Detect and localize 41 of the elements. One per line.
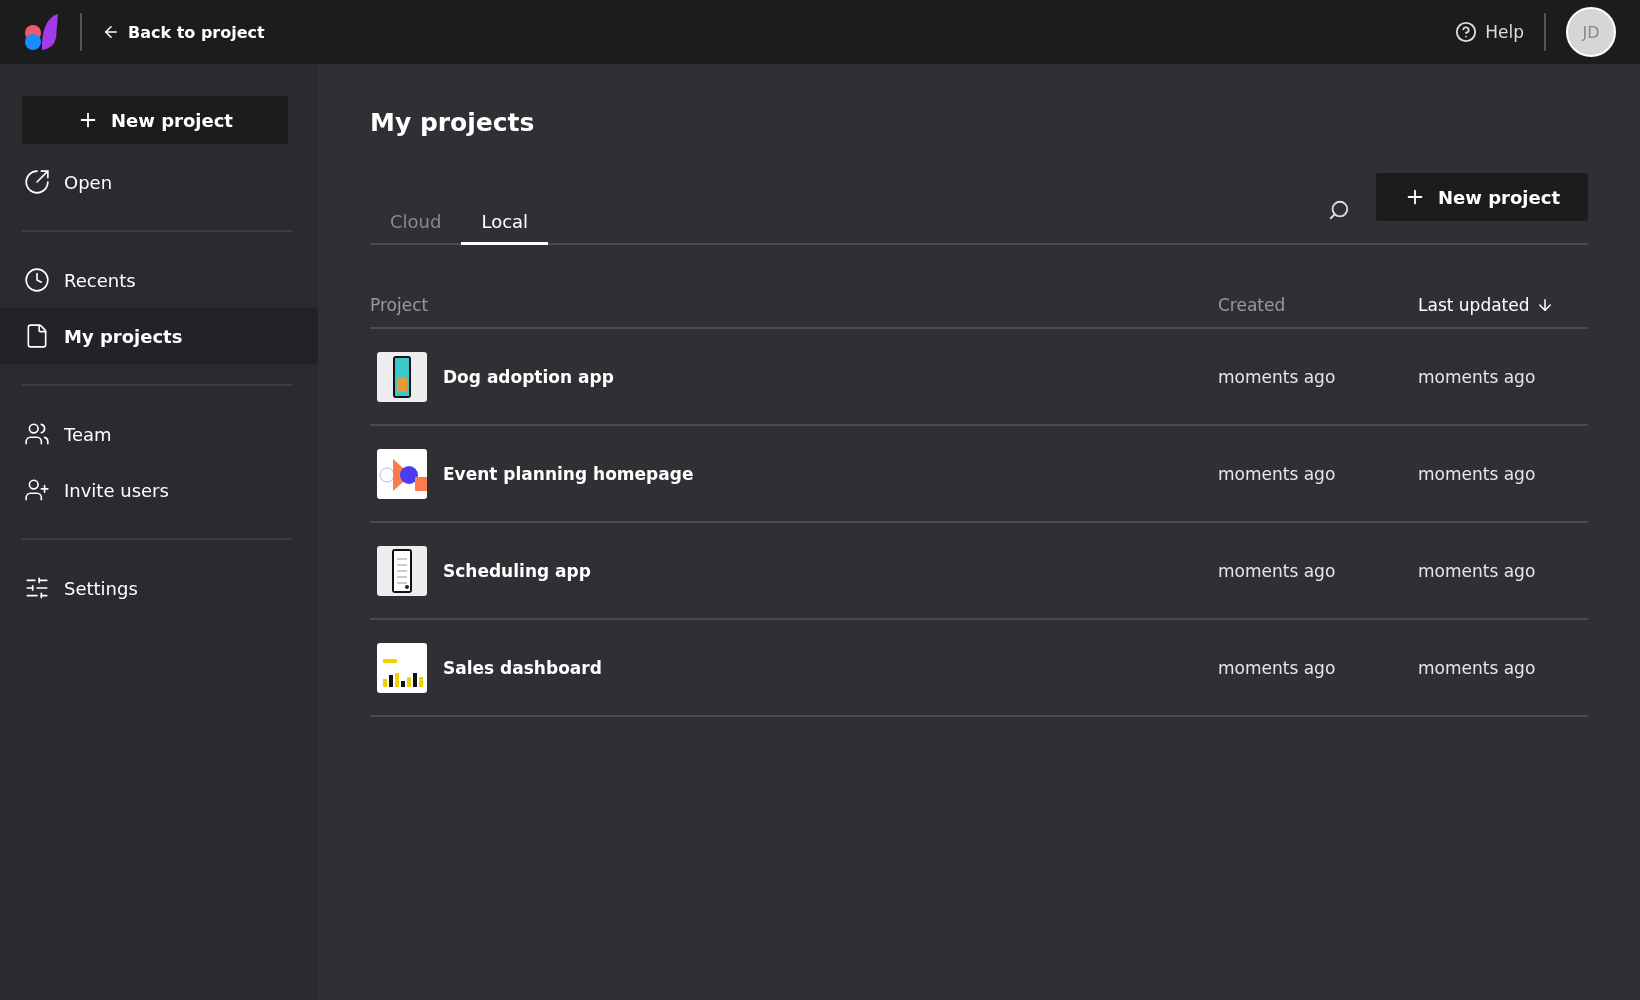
search-icon xyxy=(1328,199,1351,221)
phone-thumbnail xyxy=(377,545,427,596)
table-cell: moments ago xyxy=(1418,329,1588,426)
sidebar-item[interactable]: My projects xyxy=(0,308,318,364)
table-cell: moments ago xyxy=(1218,620,1418,717)
user-plus-icon xyxy=(24,477,50,503)
open-icon xyxy=(24,169,50,195)
tab[interactable]: Cloud xyxy=(370,201,462,245)
sidebar-item[interactable]: Settings xyxy=(0,560,318,616)
users-icon xyxy=(24,421,50,447)
table-cell: moments ago xyxy=(1218,523,1418,620)
sidebar-item[interactable]: Invite users xyxy=(0,462,318,518)
back-link[interactable]: Back to project xyxy=(102,22,265,42)
bar-chart-thumbnail xyxy=(377,642,427,693)
table-cell: moments ago xyxy=(1418,523,1588,620)
sliders-icon xyxy=(24,575,50,601)
project-name[interactable]: Dog adoption app xyxy=(443,366,614,387)
new-project-button[interactable]: New project xyxy=(22,96,288,144)
search-button[interactable] xyxy=(1328,199,1351,221)
sidebar-item[interactable]: Team xyxy=(0,406,318,462)
column-header[interactable]: Last updated xyxy=(1418,285,1588,329)
sidebar-item[interactable]: Open xyxy=(0,154,318,210)
project-name[interactable]: Sales dashboard xyxy=(443,657,602,678)
project-name[interactable]: Event planning homepage xyxy=(443,463,694,484)
table-cell: moments ago xyxy=(1218,329,1418,426)
help-icon xyxy=(1455,21,1478,43)
new-project-button[interactable]: New project xyxy=(1376,173,1588,221)
table-cell: moments ago xyxy=(1418,426,1588,523)
column-header[interactable]: Project xyxy=(370,285,1218,329)
sidebar-item[interactable]: Recents xyxy=(0,252,318,308)
column-header[interactable]: Created xyxy=(1218,285,1418,329)
clock-icon xyxy=(24,267,50,293)
page-title: My projects xyxy=(370,108,536,137)
help-link[interactable]: Help xyxy=(1455,21,1524,43)
table-cell: moments ago xyxy=(1418,620,1588,717)
table-cell: moments ago xyxy=(1218,426,1418,523)
tab[interactable]: Local xyxy=(461,201,549,245)
shapes-thumbnail xyxy=(377,448,427,499)
project-name[interactable]: Scheduling app xyxy=(443,560,591,581)
phone-thumbnail xyxy=(377,351,427,402)
logo xyxy=(24,12,60,52)
